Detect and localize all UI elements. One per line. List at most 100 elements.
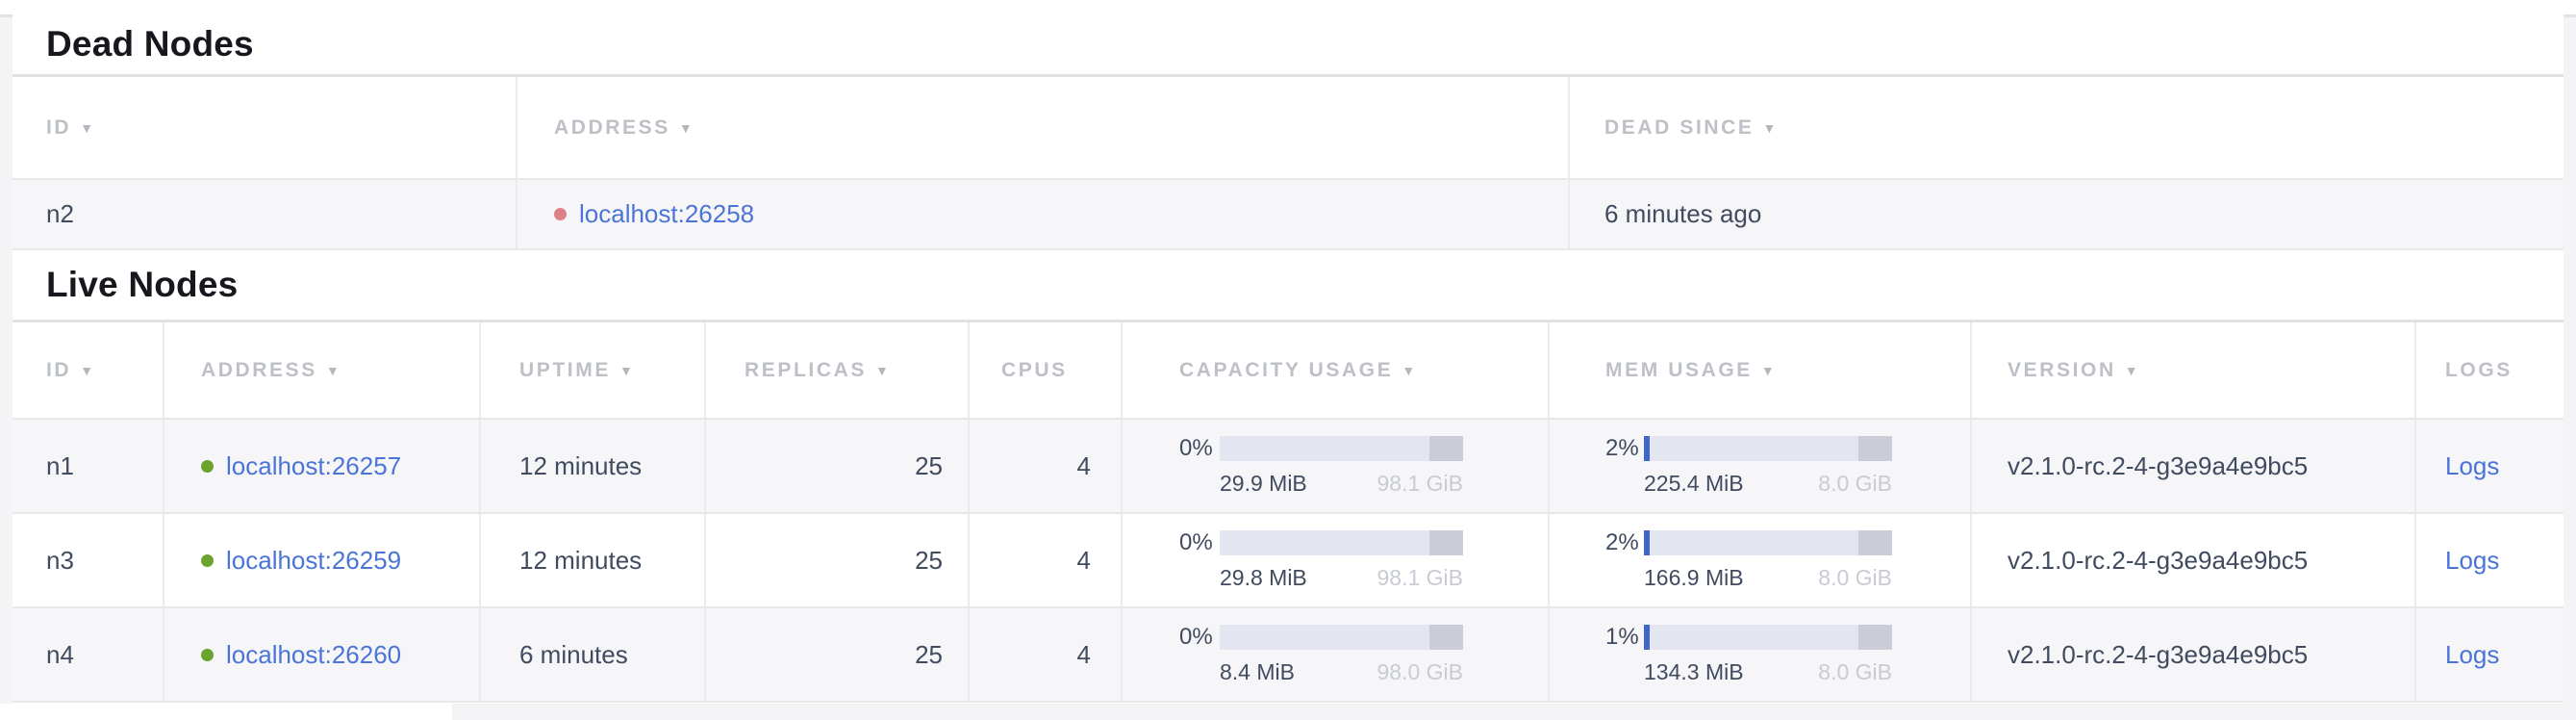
capacity-total-label: 98.1 GiB	[1377, 565, 1464, 591]
sort-arrow-icon: ▼	[1402, 363, 1415, 378]
mem-bar-end-segment	[1858, 436, 1892, 461]
capacity-usage-meter: 0% 8.4 MiB 98.0 GiB	[1179, 624, 1463, 685]
node-address-link[interactable]: localhost:26259	[226, 546, 401, 576]
node-status-live-icon	[201, 554, 214, 567]
node-address-link[interactable]: localhost:26257	[226, 451, 401, 481]
node-version-cell: v2.1.0-rc.2-4-g3e9a4e9bc5	[1972, 608, 2416, 701]
sort-arrow-icon: ▼	[875, 363, 889, 378]
replicas-value: 25	[915, 451, 943, 481]
left-page-gutter	[0, 17, 13, 704]
node-cpus-cell: 4	[970, 608, 1123, 701]
node-mem-usage-cell: 1% 134.3 MiB 8.0 GiB	[1550, 608, 1972, 701]
mem-usage-bar	[1644, 530, 1892, 555]
cpus-value: 4	[1077, 640, 1091, 670]
node-cpus-cell: 4	[970, 420, 1123, 512]
live-node-row: n4 localhost:26260 6 minutes 25 4	[13, 608, 2563, 703]
mem-percent: 2%	[1605, 435, 1644, 462]
dead-col-header-address[interactable]: ADDRESS ▼	[518, 77, 1570, 178]
node-capacity-usage-cell: 0% 29.9 MiB 98.1 GiB	[1123, 420, 1550, 512]
node-uptime-cell: 12 minutes	[481, 514, 706, 606]
dead-node-dead-since-cell: 6 minutes ago	[1570, 180, 2563, 248]
live-col-header-mem-usage[interactable]: MEM USAGE ▼	[1550, 322, 1972, 418]
mem-used-label: 225.4 MiB	[1644, 471, 1744, 497]
mem-usage-bar	[1644, 436, 1892, 461]
mem-used-segment	[1644, 436, 1650, 461]
capacity-used-label: 29.9 MiB	[1220, 471, 1307, 497]
node-version-cell: v2.1.0-rc.2-4-g3e9a4e9bc5	[1972, 514, 2416, 606]
node-address-link[interactable]: localhost:26258	[579, 199, 754, 229]
sort-arrow-icon: ▼	[2125, 363, 2138, 378]
node-address-cell: localhost:26257	[164, 420, 481, 512]
live-node-row: n3 localhost:26259 12 minutes 25 4	[13, 514, 2563, 608]
live-col-header-version-label: VERSION	[2008, 359, 2116, 382]
live-col-header-replicas-label: REPLICAS	[745, 359, 867, 382]
node-replicas-cell: 25	[706, 420, 970, 512]
bottom-gray-area	[452, 704, 2576, 720]
capacity-bar-end-segment	[1429, 436, 1463, 461]
sort-arrow-icon: ▼	[80, 120, 93, 136]
node-replicas-cell: 25	[706, 514, 970, 606]
logs-link[interactable]: Logs	[2445, 546, 2499, 576]
node-cpus-cell: 4	[970, 514, 1123, 606]
dead-nodes-title: Dead Nodes	[46, 24, 254, 64]
dead-col-header-dead-since[interactable]: DEAD SINCE ▼	[1570, 77, 2563, 178]
capacity-percent: 0%	[1179, 435, 1220, 462]
dead-nodes-section-heading: Dead Nodes	[13, 14, 2563, 77]
live-nodes-table: ID ▼ ADDRESS ▼ UPTIME ▼ REPLICAS ▼ CPUS	[13, 322, 2563, 703]
live-col-header-capacity-usage[interactable]: CAPACITY USAGE ▼	[1123, 322, 1550, 418]
version-value: v2.1.0-rc.2-4-g3e9a4e9bc5	[2008, 640, 2308, 670]
live-col-header-uptime[interactable]: UPTIME ▼	[481, 322, 706, 418]
node-logs-cell: Logs	[2416, 514, 2563, 606]
dead-col-header-id[interactable]: ID ▼	[13, 77, 518, 178]
mem-percent: 1%	[1605, 624, 1644, 651]
capacity-usage-bar	[1220, 530, 1463, 555]
mem-total-label: 8.0 GiB	[1818, 565, 1892, 591]
sort-arrow-icon: ▼	[326, 363, 340, 378]
capacity-usage-bar	[1220, 625, 1463, 650]
dead-node-address-cell: localhost:26258	[518, 180, 1570, 248]
live-col-header-replicas[interactable]: REPLICAS ▼	[706, 322, 970, 418]
mem-usage-meter: 2% 225.4 MiB 8.0 GiB	[1605, 435, 1892, 497]
capacity-bar-end-segment	[1429, 530, 1463, 555]
live-nodes-section-heading: Live Nodes	[13, 250, 2563, 322]
mem-usage-bar	[1644, 625, 1892, 650]
mem-used-segment	[1644, 530, 1650, 555]
right-page-gutter	[2563, 17, 2576, 704]
node-mem-usage-cell: 2% 225.4 MiB 8.0 GiB	[1550, 420, 1972, 512]
node-uptime-cell: 12 minutes	[481, 420, 706, 512]
mem-total-label: 8.0 GiB	[1818, 659, 1892, 685]
node-logs-cell: Logs	[2416, 420, 2563, 512]
bottom-page-strip	[0, 704, 2576, 720]
version-value: v2.1.0-rc.2-4-g3e9a4e9bc5	[2008, 451, 2308, 481]
mem-bar-end-segment	[1858, 530, 1892, 555]
logs-link[interactable]: Logs	[2445, 451, 2499, 481]
logs-link[interactable]: Logs	[2445, 640, 2499, 670]
node-status-dead-icon	[554, 208, 567, 220]
node-address-cell: localhost:26260	[164, 608, 481, 701]
node-address-cell: localhost:26259	[164, 514, 481, 606]
dead-col-header-dead-since-label: DEAD SINCE	[1604, 116, 1755, 140]
replicas-value: 25	[915, 640, 943, 670]
dead-col-header-id-label: ID	[46, 116, 71, 140]
node-replicas-cell: 25	[706, 608, 970, 701]
live-col-header-cpus-label: CPUS	[1001, 359, 1068, 382]
node-address-link[interactable]: localhost:26260	[226, 640, 401, 670]
node-id-cell: n3	[13, 514, 164, 606]
mem-used-label: 166.9 MiB	[1644, 565, 1744, 591]
cpus-value: 4	[1077, 451, 1091, 481]
sort-arrow-icon: ▼	[1763, 120, 1777, 136]
sort-arrow-icon: ▼	[619, 363, 633, 378]
live-col-header-uptime-label: UPTIME	[519, 359, 611, 382]
node-status-live-icon	[201, 649, 214, 661]
uptime-value: 12 minutes	[519, 451, 642, 481]
live-node-row: n1 localhost:26257 12 minutes 25 4	[13, 420, 2563, 514]
replicas-value: 25	[915, 546, 943, 576]
live-col-header-version[interactable]: VERSION ▼	[1972, 322, 2416, 418]
live-col-header-address[interactable]: ADDRESS ▼	[164, 322, 481, 418]
node-capacity-usage-cell: 0% 8.4 MiB 98.0 GiB	[1123, 608, 1550, 701]
dead-node-row: n2 localhost:26258 6 minutes ago	[13, 180, 2563, 250]
node-uptime-cell: 6 minutes	[481, 608, 706, 701]
node-capacity-usage-cell: 0% 29.8 MiB 98.1 GiB	[1123, 514, 1550, 606]
live-col-header-id[interactable]: ID ▼	[13, 322, 164, 418]
capacity-usage-meter: 0% 29.9 MiB 98.1 GiB	[1179, 435, 1463, 497]
